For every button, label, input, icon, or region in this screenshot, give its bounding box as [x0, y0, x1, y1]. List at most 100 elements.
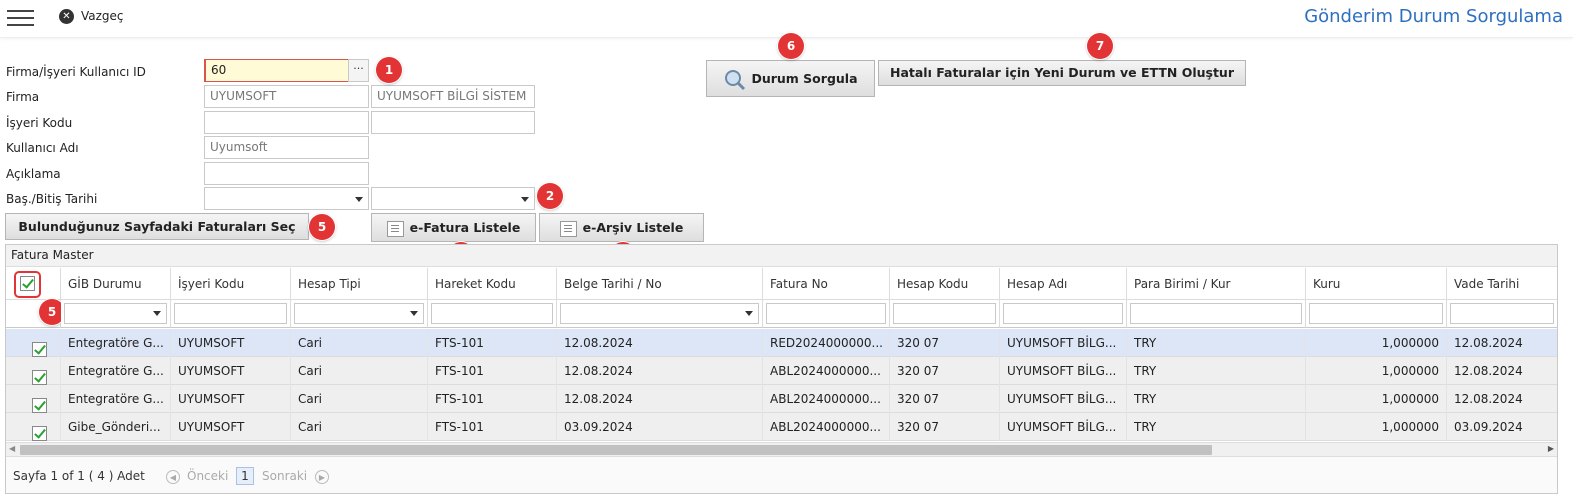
hareket-kodu-cell: FTS-101: [428, 385, 557, 413]
current-page[interactable]: 1: [236, 467, 254, 485]
isyeri-adi-field[interactable]: [371, 111, 535, 134]
table-row[interactable]: Entegratöre G... UYUMSOFT Cari FTS-101 1…: [6, 357, 1557, 385]
durum-sorgula-label: Durum Sorgula: [751, 71, 858, 86]
filter-cell: [1447, 300, 1557, 328]
kuru-filter[interactable]: [1309, 303, 1443, 324]
filter-cell: [1127, 300, 1306, 328]
chevron-down-icon: [355, 197, 363, 202]
belge-tarihi-filter-select[interactable]: [560, 303, 759, 324]
belge-tarihi-cell: 12.08.2024: [557, 385, 763, 413]
vade-tarihi-cell: 12.08.2024: [1454, 336, 1523, 350]
fatura-no-cell: ABL2024000000...: [763, 357, 890, 385]
column-header[interactable]: Hareket Kodu: [428, 268, 557, 300]
list-icon: [386, 220, 404, 237]
next-page-icon[interactable]: ▶: [315, 470, 329, 484]
filter-cell: [428, 300, 557, 328]
kuru-cell: 1,000000: [1306, 413, 1447, 441]
horizontal-scrollbar[interactable]: ◀ ▶: [6, 442, 1557, 456]
row-checkbox[interactable]: [32, 370, 47, 385]
firma-lookup-button[interactable]: ···: [348, 59, 369, 82]
earsiv-list-button[interactable]: e-Arşiv Listele: [539, 213, 704, 242]
scrollbar-thumb[interactable]: [20, 445, 1212, 455]
vade-tarihi-cell: 12.08.2024: [1454, 392, 1523, 406]
column-header[interactable]: Hesap Kodu: [890, 268, 1000, 300]
bitis-date-select[interactable]: [371, 187, 535, 210]
fatura-no-cell: RED2024000000...: [763, 329, 890, 357]
column-header[interactable]: Kuru: [1306, 268, 1447, 300]
table-row[interactable]: Entegratöre G... UYUMSOFT Cari FTS-101 1…: [6, 329, 1557, 357]
filter-cell: [291, 300, 428, 328]
fatura-no-cell: ABL2024000000...: [763, 413, 890, 441]
column-header[interactable]: GİB Durumu: [61, 268, 171, 300]
row-checkbox[interactable]: [32, 426, 47, 441]
firma-label: Firma: [6, 90, 40, 104]
select-all-checkbox[interactable]: [20, 276, 35, 291]
step-badge: 7: [1087, 33, 1113, 59]
firma-name-field[interactable]: UYUMSOFT BİLGİ SİSTEM: [371, 85, 535, 108]
para-birimi-filter[interactable]: [1130, 303, 1302, 324]
baslangic-date-select[interactable]: [204, 187, 369, 210]
select-all-header[interactable]: [6, 268, 61, 300]
belge-tarihi-cell: 12.08.2024: [557, 329, 763, 357]
hesap-adi-filter[interactable]: [1003, 303, 1123, 324]
column-header[interactable]: Hesap Adı: [1000, 268, 1127, 300]
scroll-right-icon[interactable]: ▶: [1548, 444, 1554, 453]
hesap-kodu-cell: 320 07: [890, 357, 1000, 385]
column-header[interactable]: İşyeri Kodu: [171, 268, 291, 300]
isyeri-kodu-input[interactable]: [204, 111, 369, 134]
list-icon: [559, 220, 577, 237]
column-header[interactable]: Hesap Tipi: [291, 268, 428, 300]
efatura-list-button[interactable]: e-Fatura Listele: [371, 213, 536, 242]
firma-id-label: Firma/İşyeri Kullanıcı ID: [6, 65, 146, 79]
step-badge: 2: [537, 183, 563, 209]
filter-cell: [61, 300, 171, 328]
isyeri-kodu-filter[interactable]: [174, 303, 287, 324]
filter-cell: 5: [6, 299, 65, 328]
firma-id-input[interactable]: 60: [204, 59, 349, 82]
isyeri-kodu-cell: UYUMSOFT: [171, 385, 291, 413]
aciklama-label: Açıklama: [6, 167, 61, 181]
close-icon[interactable]: ✕: [59, 9, 74, 24]
gib-durumu-filter-select[interactable]: [64, 303, 167, 324]
durum-sorgula-button[interactable]: Durum Sorgula: [706, 60, 875, 97]
table-row[interactable]: Entegratöre G... UYUMSOFT Cari FTS-101 1…: [6, 385, 1557, 413]
kullanici-adi-input[interactable]: Uyumsoft: [204, 136, 369, 159]
column-header[interactable]: Fatura No: [763, 268, 890, 300]
aciklama-input[interactable]: [204, 162, 369, 185]
prev-page-button[interactable]: Önceki: [187, 469, 228, 483]
filter-cell: [1306, 300, 1447, 328]
column-header[interactable]: Belge Tarihi / No: [557, 268, 763, 300]
para-birimi-cell: TRY: [1127, 329, 1306, 357]
table-row[interactable]: Gibe_Gönderi... UYUMSOFT Cari FTS-101 03…: [6, 413, 1557, 441]
fatura-no-filter[interactable]: [766, 303, 886, 324]
kuru-cell: 1,000000: [1306, 329, 1447, 357]
hesap-tipi-cell: Cari: [291, 357, 428, 385]
belge-tarihi-cell: 03.09.2024: [557, 413, 763, 441]
hesap-tipi-filter-select[interactable]: [294, 303, 424, 324]
menu-icon[interactable]: [7, 9, 34, 27]
row-select-cell: [6, 413, 61, 441]
next-page-button[interactable]: Sonraki: [262, 469, 307, 483]
invoice-grid: Fatura Master GİB Durumu İşyeri Kodu Hes…: [5, 244, 1558, 494]
hesap-kodu-cell: 320 07: [890, 329, 1000, 357]
select-page-invoices-button[interactable]: Bulunduğunuz Sayfadaki Faturaları Seç: [5, 213, 309, 240]
efatura-list-label: e-Fatura Listele: [409, 220, 521, 235]
row-checkbox[interactable]: [32, 398, 47, 413]
column-header[interactable]: Para Birimi / Kur: [1127, 268, 1306, 300]
hareket-kodu-filter[interactable]: [431, 303, 553, 324]
chevron-down-icon: [745, 311, 753, 316]
scroll-left-icon[interactable]: ◀: [9, 444, 15, 453]
cancel-button[interactable]: Vazgeç: [81, 9, 124, 23]
create-new-status-ettn-button[interactable]: Hatalı Faturalar için Yeni Durum ve ETTN…: [878, 60, 1246, 86]
hesap-kodu-filter[interactable]: [893, 303, 996, 324]
filter-cell: [171, 300, 291, 328]
vade-tarihi-filter[interactable]: [1450, 303, 1554, 324]
column-header[interactable]: Vade Tarihi: [1447, 268, 1557, 300]
row-checkbox[interactable]: [32, 342, 47, 357]
firma-code-field[interactable]: UYUMSOFT: [204, 85, 369, 108]
hesap-adi-cell: UYUMSOFT BİLG...: [1000, 385, 1127, 413]
hareket-kodu-cell: FTS-101: [428, 329, 557, 357]
step-badge: 1: [376, 57, 402, 83]
prev-page-icon[interactable]: ◀: [166, 470, 180, 484]
para-birimi-cell: TRY: [1127, 385, 1306, 413]
